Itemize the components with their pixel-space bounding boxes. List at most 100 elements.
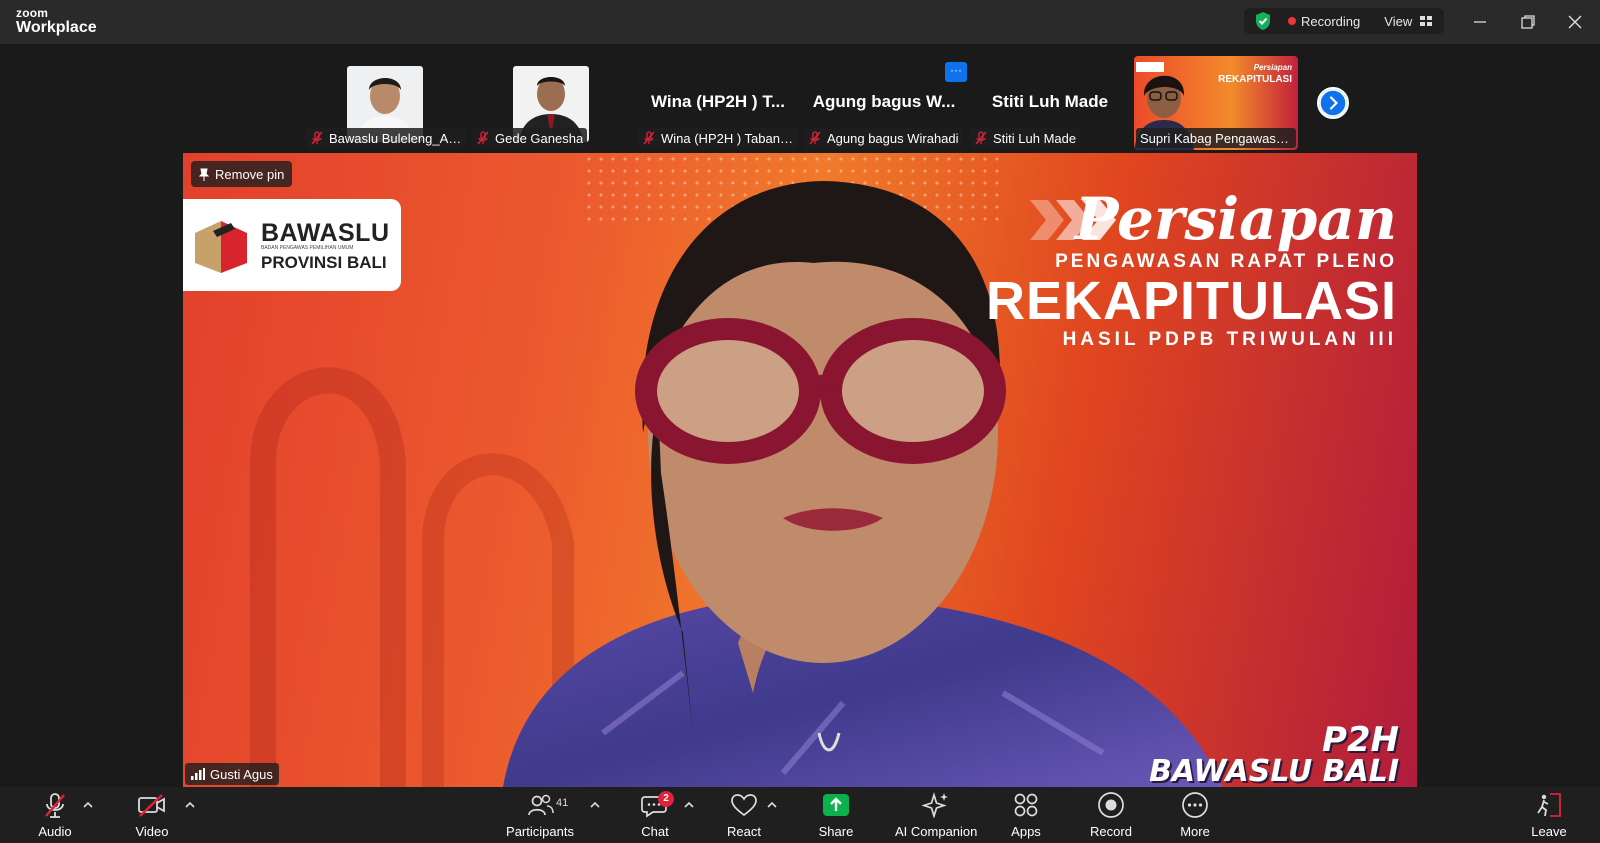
participant-filmstrip: Bawaslu Buleleng_Agu... Gede Ganesha Win…	[300, 56, 1350, 150]
record-label: Record	[1090, 824, 1132, 839]
speaker-name: Gusti Agus	[210, 766, 273, 782]
video-label: Video	[135, 824, 169, 839]
meeting-toolbar: Audio Video Participants 41 Chat 2 React…	[0, 787, 1600, 843]
ai-companion-button[interactable]: AI Companion	[895, 791, 977, 841]
svg-text:REKAPITULASI: REKAPITULASI	[1218, 74, 1292, 85]
audio-label: Audio	[38, 824, 72, 839]
participant-name-bar: Gede Ganesha	[472, 128, 588, 148]
bawaslu-org-subtitle: BADAN PENGAWAS PEMILIHAN UMUM	[261, 245, 354, 251]
video-options-caret-icon[interactable]	[185, 801, 195, 809]
heart-icon	[731, 794, 757, 817]
participant-name: Agung bagus Wirahadi	[827, 130, 959, 146]
video-button[interactable]: Video	[126, 791, 178, 841]
participant-big-name: Wina (HP2H ) T...	[651, 92, 785, 111]
banner-line-2: PENGAWASAN RAPAT PLENO	[1055, 251, 1397, 272]
mic-muted-icon	[45, 793, 65, 818]
participant-name-bar: Stiti Luh Made	[970, 128, 1081, 148]
leave-label: Leave	[1531, 824, 1567, 839]
more-button[interactable]: More	[1171, 791, 1219, 841]
participant-big-name: Stiti Luh Made	[991, 92, 1109, 111]
logo-workplace-text: Workplace	[16, 19, 97, 36]
connection-signal-icon	[191, 768, 205, 780]
participant-name-bar: Agung bagus Wirahadi	[804, 128, 963, 148]
participant-name-bar: Supri Kabag Pengawasan ...	[1136, 128, 1296, 148]
participant-tile[interactable]: Agung bagus W... ··· Agung bagus Wirahad…	[802, 56, 967, 150]
chat-options-caret-icon[interactable]	[684, 801, 694, 809]
apps-label: Apps	[1011, 824, 1041, 839]
banner-title: Persiapan	[1074, 185, 1397, 253]
p2h-watermark-top: P2H	[1321, 720, 1399, 760]
tile-more-options-button[interactable]: ···	[945, 62, 967, 82]
banner-line-4: HASIL PDPB TRIWULAN III	[1062, 329, 1397, 350]
participant-name: Supri Kabag Pengawasan ...	[1140, 130, 1292, 146]
more-dots-icon	[1182, 792, 1208, 818]
view-button[interactable]: View	[1384, 14, 1412, 29]
video-off-icon	[138, 794, 165, 817]
bawaslu-org-region: PROVINSI BALI	[261, 253, 387, 272]
participant-tile[interactable]: Bawaslu Buleleng_Agu...	[304, 56, 468, 150]
ai-companion-label: AI Companion	[895, 824, 978, 839]
remove-pin-label: Remove pin	[215, 166, 285, 182]
participant-name-bar: Wina (HP2H ) Tabanan ...	[638, 128, 798, 148]
p2h-watermark: P2H BAWASLU BALI	[1149, 723, 1399, 787]
banner-line-3: REKAPITULASI	[985, 271, 1397, 331]
react-label: React	[727, 824, 761, 839]
react-options-caret-icon[interactable]	[767, 801, 777, 809]
bawaslu-logo-card: BAWASLU BADAN PENGAWAS PEMILIHAN UMUM PR…	[183, 199, 401, 291]
participants-label: Participants	[506, 824, 574, 839]
participant-tile[interactable]: Wina (HP2H ) T... Wina (HP2H ) Tabanan .…	[636, 56, 800, 150]
audio-options-caret-icon[interactable]	[83, 801, 93, 809]
leave-button[interactable]: Leave	[1526, 791, 1572, 841]
participant-name-bar: Bawaslu Buleleng_Agu...	[306, 128, 466, 148]
minimize-icon[interactable]	[1468, 10, 1492, 34]
record-button[interactable]: Record	[1085, 791, 1137, 841]
participant-tile[interactable]: Persiapan REKAPITULASI Supri Kabag Penga…	[1134, 56, 1298, 150]
meeting-status-group: Recording View	[1244, 8, 1444, 34]
mic-muted-icon	[809, 131, 821, 145]
recording-dot-icon	[1288, 17, 1296, 25]
mic-muted-icon	[975, 131, 987, 145]
logo-zoom-text: zoom	[16, 6, 49, 20]
share-label: Share	[818, 824, 854, 839]
participant-name: Bawaslu Buleleng_Agu...	[329, 130, 462, 146]
record-icon	[1098, 792, 1124, 818]
bawaslu-org-name: BAWASLU	[261, 219, 390, 247]
more-label: More	[1180, 824, 1210, 839]
close-window-icon[interactable]	[1563, 10, 1587, 34]
ai-sparkle-icon	[922, 792, 948, 818]
bawaslu-ballot-box-icon	[195, 221, 247, 273]
mic-muted-icon	[311, 131, 323, 145]
audio-button[interactable]: Audio	[30, 791, 80, 841]
filmstrip-next-button[interactable]	[1317, 87, 1349, 119]
leave-door-icon	[1537, 793, 1561, 817]
apps-button[interactable]: Apps	[1003, 791, 1049, 841]
svg-text:Persiapan: Persiapan	[1254, 63, 1292, 72]
chat-label: Chat	[641, 824, 669, 839]
react-button[interactable]: React	[718, 791, 770, 841]
pin-icon	[199, 168, 209, 181]
participants-button[interactable]: Participants 41	[503, 791, 577, 841]
remove-pin-button[interactable]: Remove pin	[191, 161, 293, 187]
p2h-watermark-bottom: BAWASLU BALI	[1149, 754, 1399, 787]
app-logo: zoom Workplace	[16, 7, 97, 36]
participant-tile[interactable]: Stiti Luh Made Stiti Luh Made	[968, 56, 1132, 150]
share-button[interactable]: Share	[812, 791, 860, 841]
participant-big-name: Agung bagus W...	[812, 92, 956, 111]
share-screen-icon	[823, 794, 849, 816]
mic-muted-icon	[477, 131, 489, 145]
participants-options-caret-icon[interactable]	[590, 801, 600, 809]
participants-icon	[528, 794, 554, 816]
security-shield-icon[interactable]	[1254, 11, 1272, 31]
participants-count: 41	[556, 797, 569, 809]
speaker-name-bar: Gusti Agus	[185, 763, 279, 785]
view-grid-icon[interactable]	[1420, 16, 1433, 26]
participant-name: Stiti Luh Made	[993, 130, 1077, 146]
title-bar: zoom Workplace Recording View	[0, 0, 1600, 44]
pinned-speaker-video[interactable]: Remove pin BAWASLU BADAN PENGAWAS PEMILI…	[183, 153, 1417, 787]
event-banner: Persiapan PENGAWASAN RAPAT PLENO REKAPIT…	[986, 189, 1397, 351]
chat-button[interactable]: Chat 2	[630, 791, 680, 841]
participant-tile[interactable]: Gede Ganesha	[470, 56, 634, 150]
recording-label[interactable]: Recording	[1301, 14, 1360, 29]
mic-muted-icon	[643, 131, 655, 145]
restore-icon[interactable]	[1516, 10, 1540, 34]
